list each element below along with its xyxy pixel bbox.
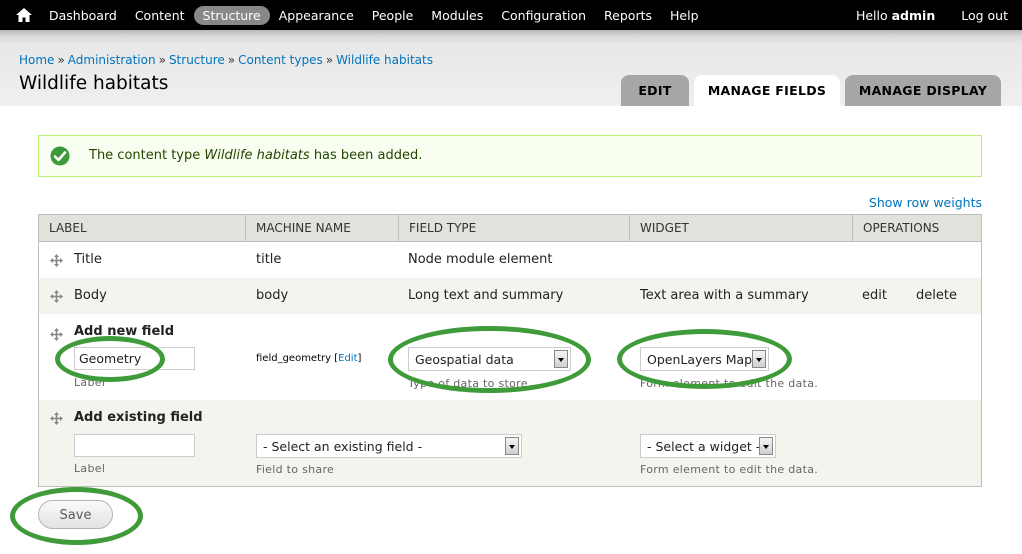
header-field-type: FIELD TYPE (399, 215, 630, 241)
row-label: Body (74, 288, 107, 303)
widget-link[interactable]: Text area with a summary (640, 288, 809, 303)
menu-item-people[interactable]: People (363, 6, 423, 25)
breadcrumb-home[interactable]: Home (19, 53, 54, 67)
user-area: Hello admin Log out (856, 0, 1022, 30)
drag-handle-icon[interactable] (50, 290, 63, 303)
status-message: The content type Wildlife habitats has b… (38, 135, 982, 177)
status-suffix: has been added. (313, 148, 423, 163)
fields-table: LABEL MACHINE NAME FIELD TYPE WIDGET OPE… (38, 214, 982, 487)
greeting-prefix: Hello (855, 7, 888, 23)
check-circle-icon (50, 146, 70, 166)
drag-handle-icon[interactable] (50, 254, 63, 267)
edit-link[interactable]: edit (862, 288, 887, 303)
drag-handle-icon[interactable] (50, 328, 63, 341)
username[interactable]: admin (892, 8, 936, 23)
field-type-select-value: Geospatial data (415, 352, 514, 367)
header-label: LABEL (39, 215, 246, 241)
breadcrumb-separator: » (325, 53, 334, 67)
status-type-name: Wildlife habitats (204, 148, 310, 163)
field-type-link[interactable]: Long text and summary (408, 288, 563, 303)
menu-item-modules[interactable]: Modules (422, 6, 492, 25)
existing-field-label-input[interactable] (74, 434, 195, 457)
delete-link[interactable]: delete (916, 288, 957, 303)
page-title: Wildlife habitats (19, 73, 169, 94)
row-machine-name: body (256, 288, 289, 303)
menu-item-content[interactable]: Content (126, 6, 194, 25)
table-row-body: Body body Long text and summary Text are… (39, 278, 981, 314)
breadcrumb-content-types[interactable]: Content types (238, 53, 323, 67)
header-machine-name: MACHINE NAME (246, 215, 399, 241)
menu-item-help[interactable]: Help (661, 6, 708, 25)
new-field-label-desc: Label (74, 376, 106, 389)
status-text: The content type Wildlife habitats has b… (89, 148, 422, 163)
breadcrumb-separator: » (227, 53, 236, 67)
status-prefix: The content type (89, 148, 201, 163)
tab-edit[interactable]: EDIT (621, 75, 689, 106)
field-type-desc: Type of data to store. (408, 377, 532, 390)
show-row-weights-link[interactable]: Show row weights (869, 195, 982, 210)
tab-manage-fields[interactable]: MANAGE FIELDS (694, 75, 840, 106)
new-field-machine-name: field_geometry [Edit] (256, 353, 362, 364)
existing-field-select-value: - Select an existing field - (263, 439, 423, 454)
chevron-down-icon (554, 350, 568, 368)
existing-field-desc: Field to share (256, 463, 335, 476)
menu-item-structure[interactable]: Structure (193, 5, 270, 25)
table-row-title: Title title Node module element (39, 242, 981, 278)
row-label: Title (74, 252, 102, 267)
drag-handle-icon[interactable] (50, 412, 63, 425)
toolbar-menu: Dashboard Content Structure Appearance P… (40, 0, 708, 30)
chevron-down-icon (505, 437, 519, 455)
admin-toolbar: Dashboard Content Structure Appearance P… (0, 0, 1022, 30)
machine-name-edit-link[interactable]: Edit (338, 353, 357, 364)
widget-desc: Form element to edit the data. (640, 377, 819, 390)
existing-field-select[interactable]: - Select an existing field - (256, 434, 522, 458)
breadcrumb-separator: » (158, 53, 166, 67)
add-new-field-title: Add new field (74, 324, 175, 339)
breadcrumb-structure[interactable]: Structure (169, 53, 225, 67)
widget-select-value: OpenLayers Map (647, 352, 753, 367)
field-type-select[interactable]: Geospatial data (408, 347, 571, 371)
widget-select[interactable]: OpenLayers Map (640, 347, 769, 371)
row-machine-name: title (256, 252, 282, 267)
menu-item-appearance[interactable]: Appearance (270, 6, 363, 25)
existing-field-label-desc: Label (74, 462, 106, 475)
home-icon[interactable] (16, 8, 32, 22)
chevron-down-icon (759, 437, 773, 455)
existing-widget-select-value: - Select a widget - (647, 439, 761, 454)
menu-item-configuration[interactable]: Configuration (492, 6, 595, 25)
machine-name-value: field_geometry (256, 353, 332, 364)
header-operations: OPERATIONS (863, 221, 940, 235)
tab-manage-display[interactable]: MANAGE DISPLAY (845, 75, 1001, 106)
breadcrumb-wildlife-habitats[interactable]: Wildlife habitats (336, 53, 433, 67)
menu-item-dashboard[interactable]: Dashboard (40, 6, 126, 25)
logout-link[interactable]: Log out (961, 8, 1008, 23)
header-widget: WIDGET (630, 215, 853, 241)
new-field-label-input[interactable] (74, 347, 195, 370)
chevron-down-icon (752, 350, 766, 368)
breadcrumb-separator: » (57, 53, 65, 67)
existing-widget-desc: Form element to edit the data. (640, 463, 819, 476)
table-row-add-existing-field: Add existing field Label - Select an exi… (39, 400, 981, 486)
row-field-type: Node module element (408, 252, 553, 267)
add-existing-field-title: Add existing field (74, 410, 203, 425)
table-header: LABEL MACHINE NAME FIELD TYPE WIDGET OPE… (39, 215, 981, 242)
table-row-add-new-field: Add new field Label field_geometry [Edit… (39, 314, 981, 400)
existing-widget-select[interactable]: - Select a widget - (640, 434, 776, 458)
primary-tabs: EDIT MANAGE FIELDS MANAGE DISPLAY (621, 75, 1006, 106)
menu-item-reports[interactable]: Reports (595, 6, 661, 25)
breadcrumb-administration[interactable]: Administration (68, 53, 156, 67)
greeting: Hello admin (856, 8, 935, 23)
breadcrumb: Home» Administration» Structure» Content ty… (19, 53, 433, 67)
save-button[interactable]: Save (38, 500, 113, 529)
